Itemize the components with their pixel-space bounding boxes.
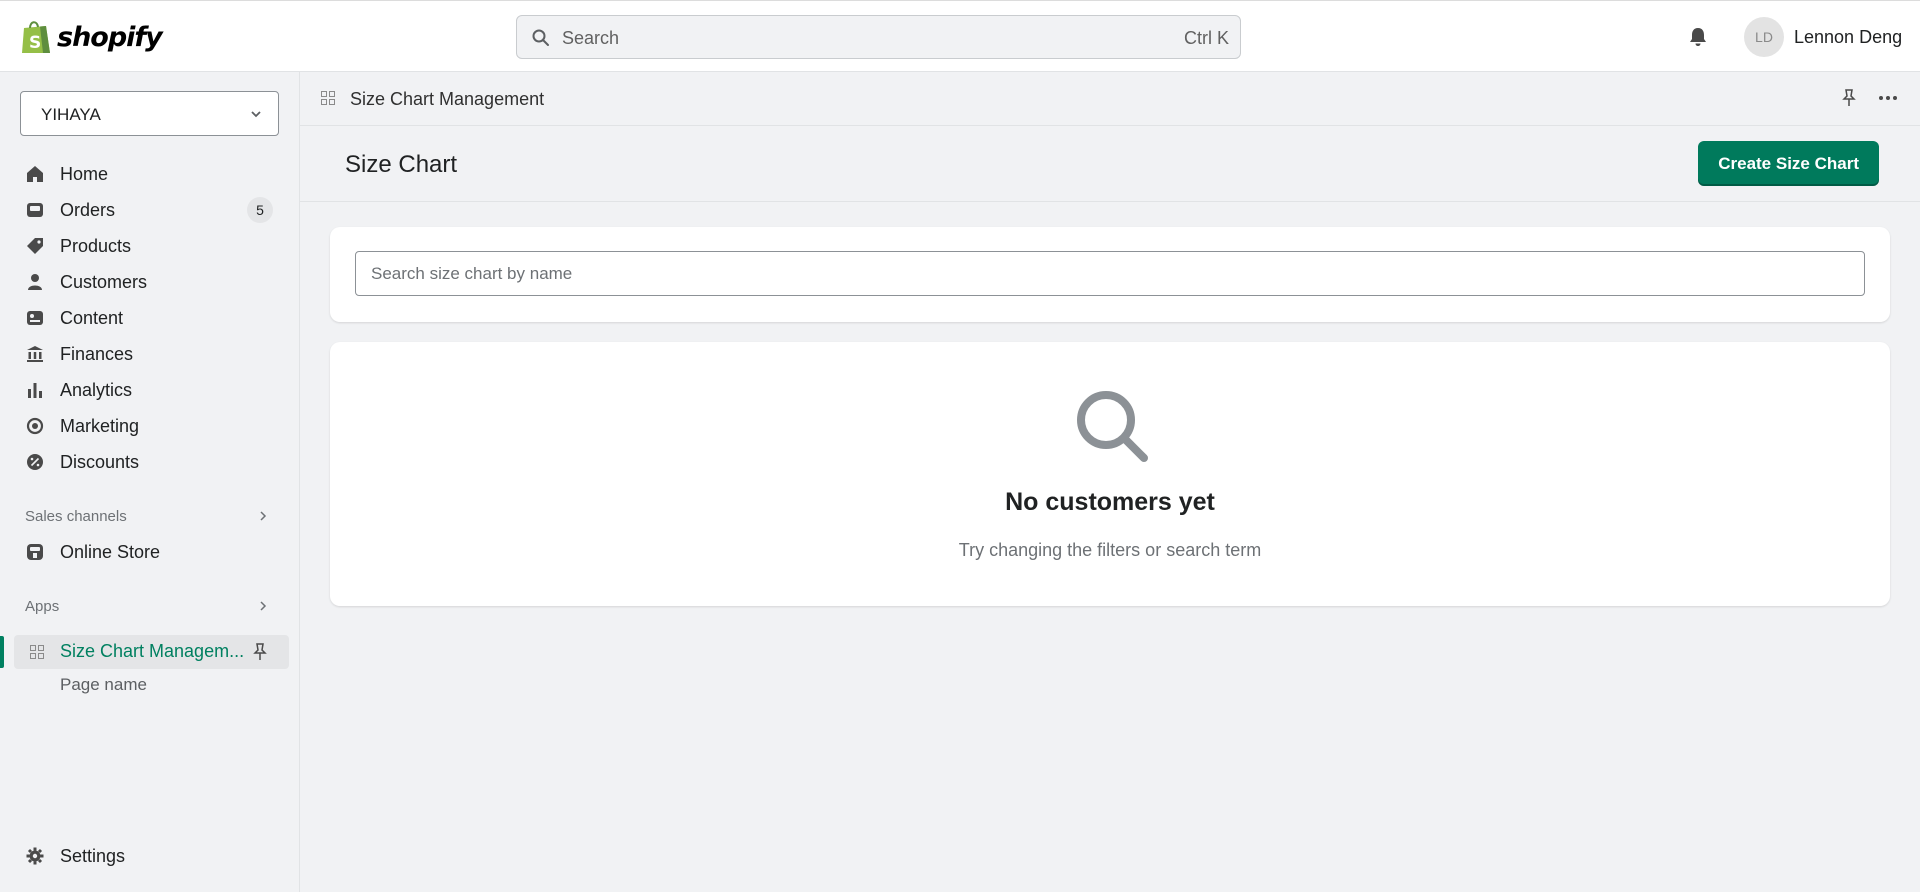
- pin-icon[interactable]: [252, 643, 268, 661]
- sidebar-item-label: Size Chart Managem...: [60, 641, 245, 661]
- sidebar-item-online-store[interactable]: Online Store: [26, 536, 286, 568]
- home-icon: [26, 165, 44, 183]
- sidebar-item-label: Marketing: [60, 415, 140, 436]
- global-search-input[interactable]: Search Ctrl K: [516, 15, 1241, 59]
- sidebar-item-discounts[interactable]: Discounts: [26, 446, 286, 478]
- sidebar-item-home[interactable]: Home: [26, 158, 286, 190]
- sidebar-item-finances[interactable]: Finances: [26, 338, 286, 370]
- svg-text:S: S: [29, 33, 41, 53]
- sidebar-item-orders[interactable]: Orders 5: [26, 194, 286, 226]
- orders-icon: [26, 201, 44, 219]
- app-grid-icon: [321, 91, 335, 105]
- page-header: Size Chart Create Size Chart: [300, 126, 1920, 202]
- sidebar-subitem-page-name[interactable]: Page name: [60, 675, 147, 695]
- page-title: Size Chart: [345, 151, 458, 178]
- bell-icon[interactable]: [1687, 26, 1709, 48]
- sidebar-item-size-chart-app[interactable]: Size Chart Managem...: [14, 635, 289, 669]
- sidebar: YIHAYA Home Orders 5 Products Customers …: [0, 72, 300, 892]
- sidebar-item-content[interactable]: Content: [26, 302, 286, 334]
- orders-count-badge: 5: [247, 197, 273, 223]
- search-card: [330, 227, 1890, 322]
- empty-state-card: No customers yet Try changing the filter…: [330, 342, 1890, 606]
- user-name[interactable]: Lennon Deng: [1794, 27, 1902, 48]
- discount-icon: [26, 453, 44, 471]
- sidebar-item-label: Analytics: [60, 379, 133, 400]
- person-icon: [26, 273, 44, 291]
- store-icon: [26, 543, 44, 561]
- size-chart-search-input[interactable]: [355, 251, 1865, 296]
- sidebar-item-label: Customers: [60, 271, 148, 292]
- breadcrumb: Size Chart Management: [350, 89, 545, 109]
- store-name: YIHAYA: [41, 105, 101, 124]
- chevron-right-icon[interactable]: [258, 601, 268, 611]
- sidebar-item-label: Finances: [60, 343, 134, 364]
- sidebar-item-label: Online Store: [60, 541, 161, 562]
- top-bar: S shopify Search Ctrl K LD Lennon Deng: [0, 0, 1920, 72]
- app-grid-icon: [30, 645, 44, 659]
- bank-icon: [26, 345, 44, 363]
- search-placeholder: Search: [562, 28, 620, 48]
- sidebar-item-marketing[interactable]: Marketing: [26, 410, 286, 442]
- sidebar-item-label: Orders: [60, 199, 116, 220]
- empty-state-title: No customers yet: [1005, 488, 1215, 516]
- sidebar-item-label: Products: [60, 235, 132, 256]
- sidebar-item-label: Content: [60, 307, 124, 328]
- pin-icon[interactable]: [1840, 89, 1858, 107]
- sidebar-item-label: Settings: [60, 845, 126, 866]
- shopify-logo[interactable]: S shopify: [20, 19, 163, 55]
- sidebar-item-label: Discounts: [60, 451, 140, 472]
- app-title-bar: Size Chart Management: [300, 72, 1920, 126]
- apps-title[interactable]: Apps: [25, 598, 59, 615]
- store-selector[interactable]: YIHAYA: [20, 91, 279, 136]
- empty-state-subtitle: Try changing the filters or search term: [958, 540, 1262, 560]
- gear-icon: [26, 847, 44, 865]
- tag-icon: [26, 237, 44, 255]
- magnifier-icon: [1077, 391, 1148, 462]
- search-shortcut: Ctrl K: [1184, 28, 1229, 48]
- create-size-chart-button[interactable]: Create Size Chart: [1698, 141, 1879, 186]
- sidebar-item-products[interactable]: Products: [26, 230, 286, 262]
- sidebar-item-customers[interactable]: Customers: [26, 266, 286, 298]
- avatar[interactable]: LD: [1744, 17, 1784, 57]
- more-options-icon[interactable]: [1878, 89, 1898, 107]
- brand-name: shopify: [57, 21, 163, 53]
- shopping-bag-icon: S: [22, 21, 50, 53]
- chevron-down-icon: [251, 111, 261, 118]
- sales-channels-title[interactable]: Sales channels: [25, 508, 127, 525]
- bar-chart-icon: [26, 381, 44, 399]
- chevron-right-icon[interactable]: [258, 511, 268, 521]
- search-icon: [532, 29, 549, 46]
- sidebar-item-analytics[interactable]: Analytics: [26, 374, 286, 406]
- active-indicator: [0, 636, 4, 668]
- sidebar-item-settings[interactable]: Settings: [26, 840, 286, 872]
- sidebar-item-label: Home: [60, 163, 109, 184]
- target-icon: [26, 417, 44, 435]
- content-icon: [26, 309, 44, 327]
